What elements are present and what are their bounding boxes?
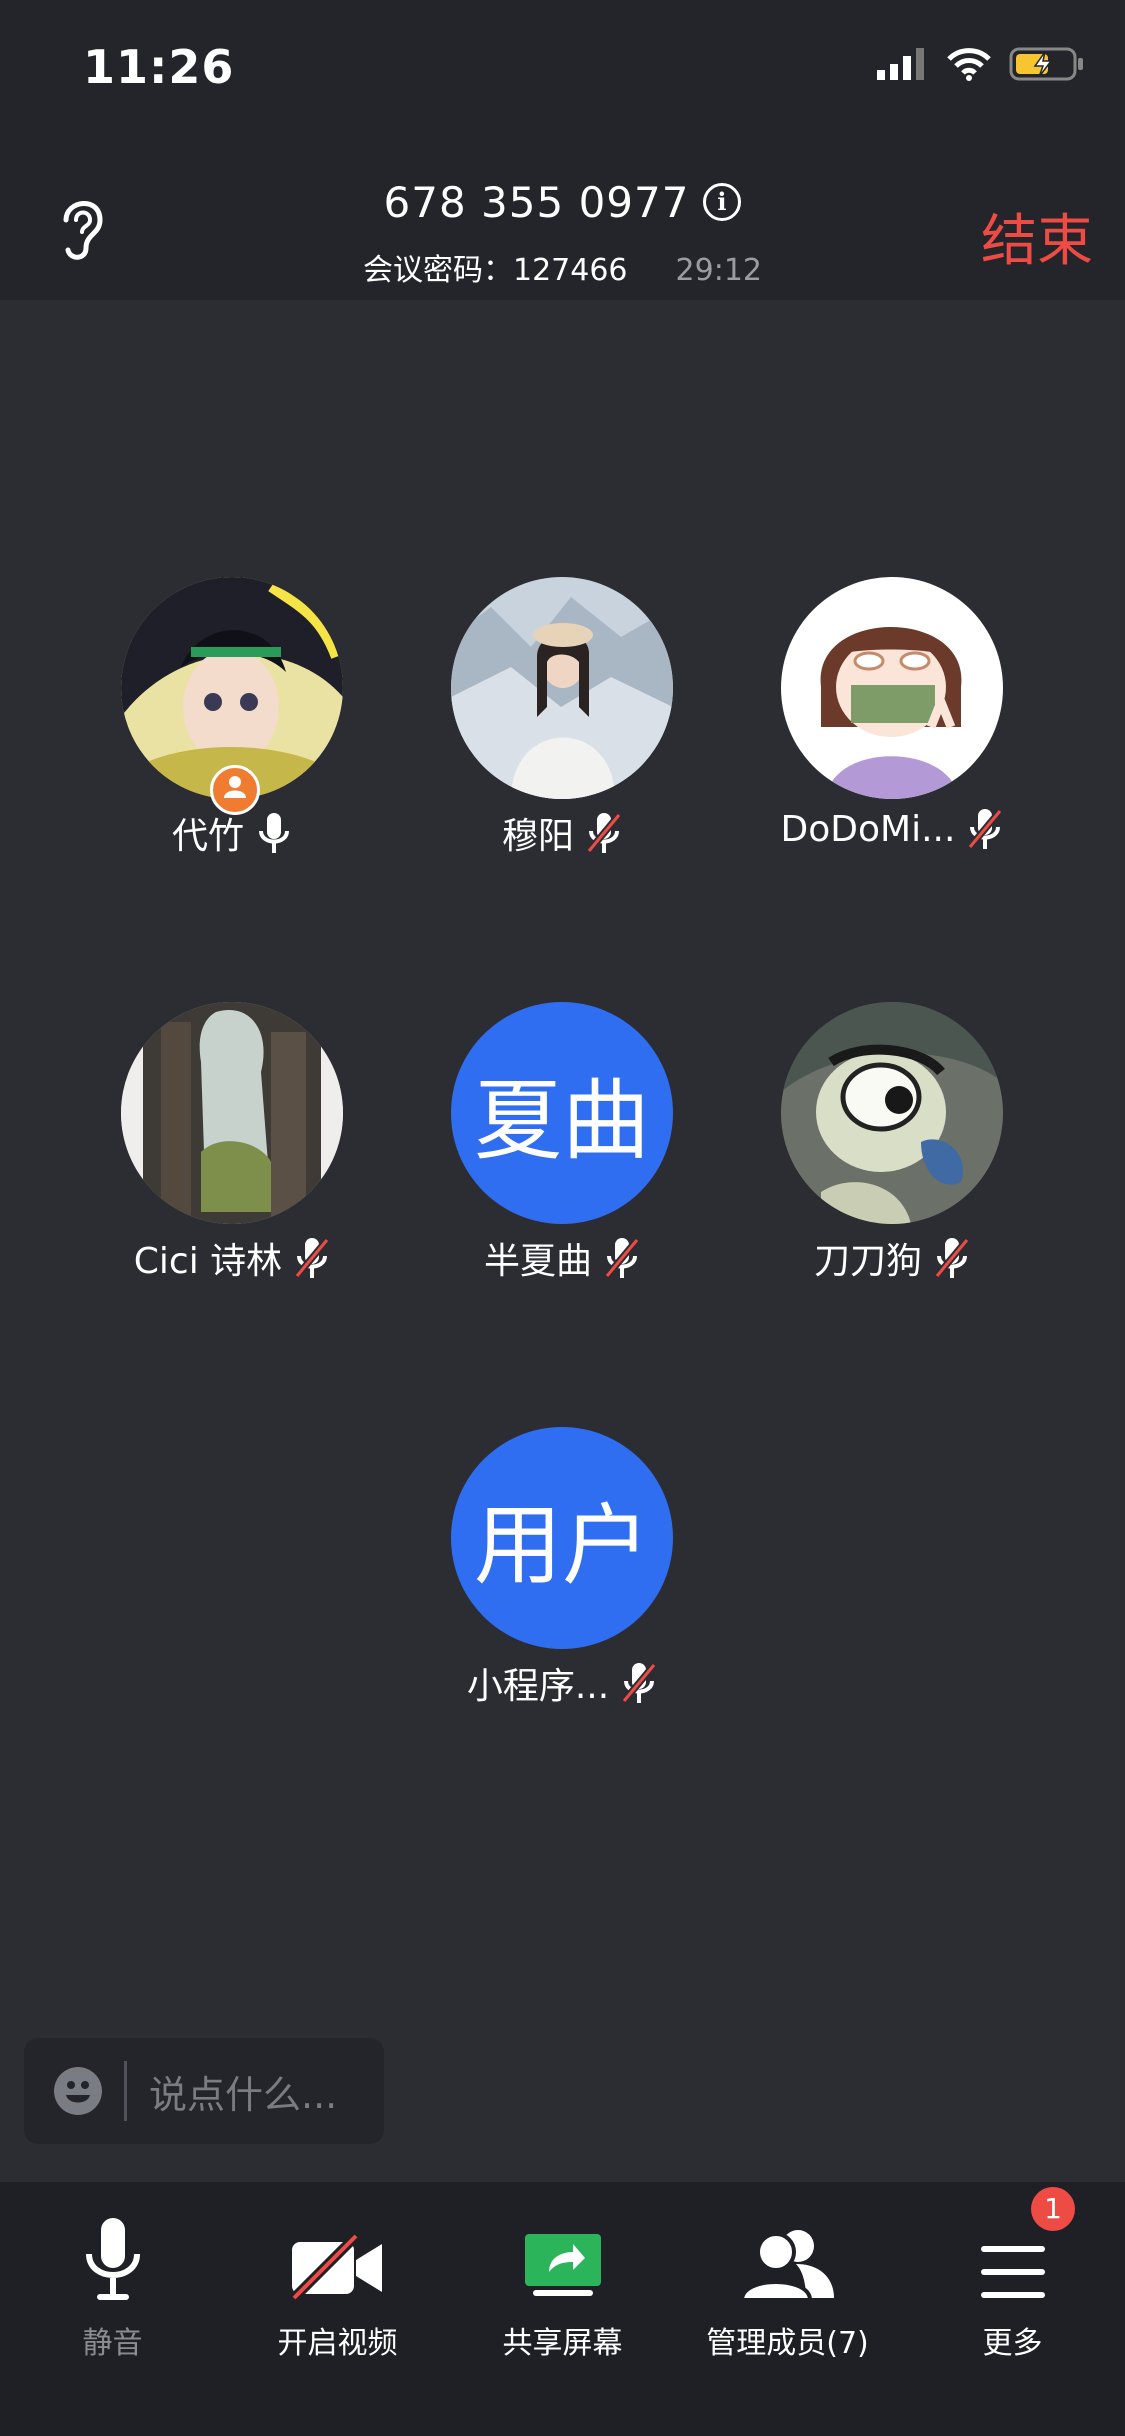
meeting-header: 11:26 678 355 0977 i 会议密码：127466 29:12 结束 [0, 0, 1125, 300]
avatar [121, 577, 343, 815]
members-icon [739, 2230, 834, 2302]
participant-name: DoDoMi... [780, 808, 956, 850]
mic-muted-icon [294, 1237, 330, 1279]
host-badge-icon [210, 765, 260, 815]
participant-tile[interactable]: 用户 小程序... [397, 1427, 727, 1709]
participant-name-row: 穆阳 [397, 807, 727, 859]
participant-name-row: 刀刀狗 [727, 1232, 1057, 1284]
meeting-number: 678 355 0977 [383, 178, 690, 227]
participant-name: 刀刀狗 [813, 1241, 922, 1282]
meeting-subinfo: 会议密码：127466 29:12 [0, 245, 1125, 289]
participant-name-row: DoDoMi... [727, 807, 1057, 851]
battery-icon [1009, 47, 1083, 81]
mute-button[interactable]: 静音 [0, 2182, 225, 2362]
participant-tile[interactable]: 代竹 [67, 577, 397, 859]
mute-label: 静音 [82, 2326, 143, 2361]
mic-muted-icon [604, 1237, 640, 1279]
info-icon[interactable]: i [703, 182, 742, 221]
more-button[interactable]: 1 更多 [900, 2182, 1125, 2362]
avatar [121, 1002, 343, 1224]
participant-name: 小程序... [466, 1666, 610, 1707]
more-label: 更多 [982, 2326, 1043, 2361]
share-screen-icon [524, 2234, 601, 2296]
manage-members-button[interactable]: 管理成员(7) [675, 2182, 900, 2362]
share-screen-button[interactable]: 共享屏幕 [450, 2182, 675, 2362]
share-screen-label: 共享屏幕 [502, 2326, 623, 2361]
bottom-toolbar: 静音 开启视频 共享屏幕 管理成员(7) 1 更多 [0, 2182, 1125, 2436]
mic-muted-icon [967, 808, 1004, 850]
avatar [781, 577, 1003, 799]
status-icons [877, 46, 1085, 82]
start-video-button[interactable]: 开启视频 [225, 2182, 450, 2362]
microphone-icon [85, 2218, 140, 2300]
more-badge: 1 [1031, 2187, 1075, 2231]
wifi-icon [947, 48, 991, 81]
mic-muted-icon [621, 1662, 657, 1704]
end-meeting-button[interactable]: 结束 [981, 196, 1093, 277]
mic-muted-icon [934, 1237, 970, 1279]
menu-icon [980, 2246, 1045, 2298]
mic-on-icon [259, 813, 289, 853]
participant-tile[interactable]: Cici 诗林 [67, 1002, 397, 1284]
avatar [451, 577, 673, 799]
participant-name-row: Cici 诗林 [67, 1232, 397, 1284]
participant-name-row: 小程序... [397, 1657, 727, 1709]
participant-tile[interactable]: DoDoMi... [727, 577, 1057, 851]
chat-placeholder: 说点什么... [149, 2072, 338, 2117]
status-time: 11:26 [83, 40, 235, 94]
participant-tile[interactable]: 穆阳 [397, 577, 727, 859]
participant-name: 半夏曲 [483, 1241, 592, 1282]
start-video-label: 开启视频 [277, 2326, 398, 2361]
meeting-password: 会议密码：127466 [363, 253, 628, 288]
participant-name-row: 半夏曲 [397, 1232, 727, 1284]
meeting-number-row: 678 355 0977 i [0, 178, 1125, 227]
video-off-icon [289, 2232, 382, 2302]
avatar: 夏曲 [451, 1002, 673, 1224]
mic-muted-icon [586, 812, 622, 854]
participant-tile[interactable]: 刀刀狗 [727, 1002, 1057, 1284]
avatar [781, 1002, 1003, 1224]
chat-separator [124, 2061, 127, 2121]
avatar: 用户 [451, 1427, 673, 1649]
participant-name: Cici 诗林 [133, 1241, 283, 1282]
manage-members-label: 管理成员(7) [706, 2326, 869, 2361]
participant-name: 穆阳 [501, 816, 574, 857]
emoji-icon[interactable] [54, 2067, 102, 2115]
signal-icon [877, 48, 924, 80]
meeting-duration: 29:12 [675, 253, 762, 288]
chat-input[interactable]: 说点什么... [24, 2038, 384, 2144]
participant-tile[interactable]: 夏曲 半夏曲 [397, 1002, 727, 1284]
